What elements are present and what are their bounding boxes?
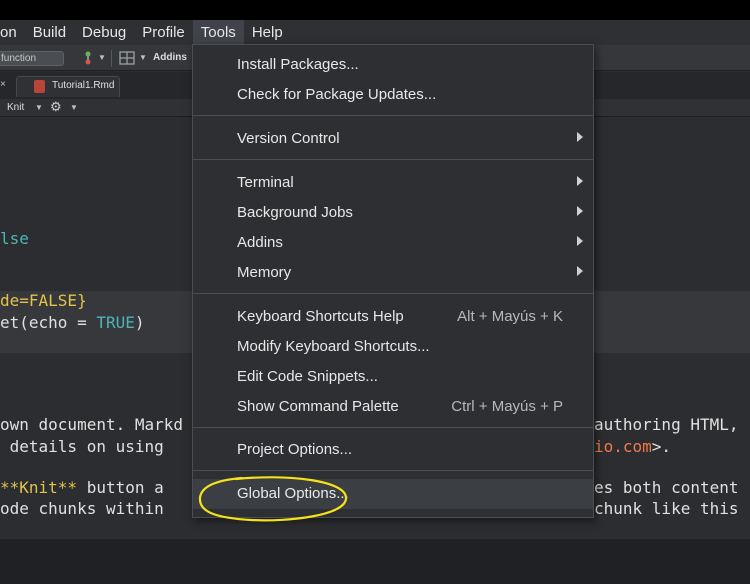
menu-debug[interactable]: Debug — [74, 20, 134, 45]
menu-item-label: Project Options... — [237, 441, 353, 458]
code-line: et(echo = TRUE) — [0, 313, 145, 332]
menu-item-keyboard-shortcuts-help[interactable]: Keyboard Shortcuts Help Alt + Mayús + K — [193, 302, 593, 332]
menu-item-project-options[interactable]: Project Options... — [193, 435, 593, 465]
link-text[interactable]: io.com — [594, 437, 652, 456]
submenu-arrow-icon — [577, 266, 583, 276]
knit-button[interactable]: Knit — [7, 102, 24, 113]
vcs-icon[interactable] — [80, 50, 96, 66]
menu-item-label: Version Control — [237, 130, 340, 147]
code-line: io.com>. — [594, 437, 671, 456]
submenu-arrow-icon — [577, 132, 583, 142]
menu-item-edit-code-snippets[interactable]: Edit Code Snippets... — [193, 362, 593, 392]
menu-item-label: Keyboard Shortcuts Help — [237, 308, 404, 325]
menu-separator — [193, 427, 593, 428]
code-line: es both content — [594, 478, 739, 497]
code-text: ) — [134, 313, 145, 332]
menu-separator — [193, 159, 593, 160]
tools-menu: Install Packages... Check for Package Up… — [192, 44, 594, 518]
menu-item-check-updates[interactable]: Check for Package Updates... — [193, 80, 593, 110]
rmd-file-icon — [34, 80, 45, 93]
toolbar-divider — [111, 50, 112, 67]
bold-text: **Knit** — [0, 478, 78, 497]
menu-item-label: Show Command Palette — [237, 398, 399, 415]
menu-item-modify-keyboard-shortcuts[interactable]: Modify Keyboard Shortcuts... — [193, 332, 593, 362]
code-line: ode chunks within — [0, 499, 174, 518]
menu-separator — [193, 115, 593, 116]
menu-help[interactable]: Help — [244, 20, 291, 45]
addins-button[interactable]: Addins — [153, 52, 187, 63]
vcs-caret-icon[interactable]: ▼ — [98, 53, 106, 62]
code-text: button a — [77, 478, 164, 497]
menu-item-label: Install Packages... — [237, 56, 359, 73]
menu-item-version-control[interactable]: Version Control — [193, 124, 593, 154]
menu-item-memory[interactable]: Memory — [193, 258, 593, 288]
menu-item-label: Background Jobs — [237, 204, 353, 221]
menu-item-label: Global Options... — [237, 485, 349, 502]
code-chunk-header: de=FALSE} — [0, 291, 87, 310]
menu-profile[interactable]: Profile — [134, 20, 193, 45]
menu-tools[interactable]: Tools — [192, 20, 244, 45]
gear-caret-icon[interactable]: ▼ — [70, 103, 78, 112]
menu-code[interactable]: on — [0, 20, 25, 45]
menu-build[interactable]: Build — [25, 20, 74, 45]
code-text: et(echo = — [0, 313, 97, 332]
menu-item-shortcut: Ctrl + Mayús + P — [451, 398, 563, 415]
menu-item-global-options[interactable]: Global Options... — [193, 479, 593, 509]
menu-separator — [193, 470, 593, 471]
code-line: own document. Markd — [0, 415, 184, 434]
menu-item-label: Modify Keyboard Shortcuts... — [237, 338, 430, 355]
menu-item-label: Terminal — [237, 174, 294, 191]
menu-item-label: Edit Code Snippets... — [237, 368, 378, 385]
pane-layout-icon[interactable] — [119, 50, 135, 66]
bottom-pane — [0, 539, 750, 584]
menu-item-background-jobs[interactable]: Background Jobs — [193, 198, 593, 228]
code-keyword: TRUE — [96, 313, 135, 332]
menu-item-label: Check for Package Updates... — [237, 86, 437, 103]
layout-caret-icon[interactable]: ▼ — [139, 53, 147, 62]
menu-separator — [193, 293, 593, 294]
menu-item-shortcut: Alt + Mayús + K — [457, 308, 563, 325]
menu-item-show-command-palette[interactable]: Show Command Palette Ctrl + Mayús + P — [193, 392, 593, 422]
code-text: >. — [651, 437, 672, 456]
code-line: authoring HTML, — [594, 415, 739, 434]
code-line: **Knit** button a — [0, 478, 164, 497]
tab-label: Tutorial1.Rmd — [52, 80, 115, 91]
submenu-arrow-icon — [577, 236, 583, 246]
menu-item-install-packages[interactable]: Install Packages... — [193, 50, 593, 80]
gear-icon[interactable]: ⚙ — [50, 99, 62, 115]
menu-item-label: Memory — [237, 264, 292, 281]
window-top-strip — [0, 0, 750, 20]
go-to-function-field[interactable]: function — [0, 51, 64, 66]
menu-bar: on Build Debug Profile Tools Help — [0, 20, 750, 45]
submenu-arrow-icon — [577, 176, 583, 186]
code-line: lse — [0, 229, 29, 248]
close-tab-icon[interactable]: × — [0, 79, 6, 90]
menu-item-addins[interactable]: Addins — [193, 228, 593, 258]
code-line: chunk like this — [594, 499, 739, 518]
knit-caret-icon[interactable]: ▼ — [35, 103, 43, 112]
menu-item-label: Addins — [237, 234, 283, 251]
submenu-arrow-icon — [577, 206, 583, 216]
code-line: details on using — [0, 437, 174, 456]
menu-item-terminal[interactable]: Terminal — [193, 168, 593, 198]
